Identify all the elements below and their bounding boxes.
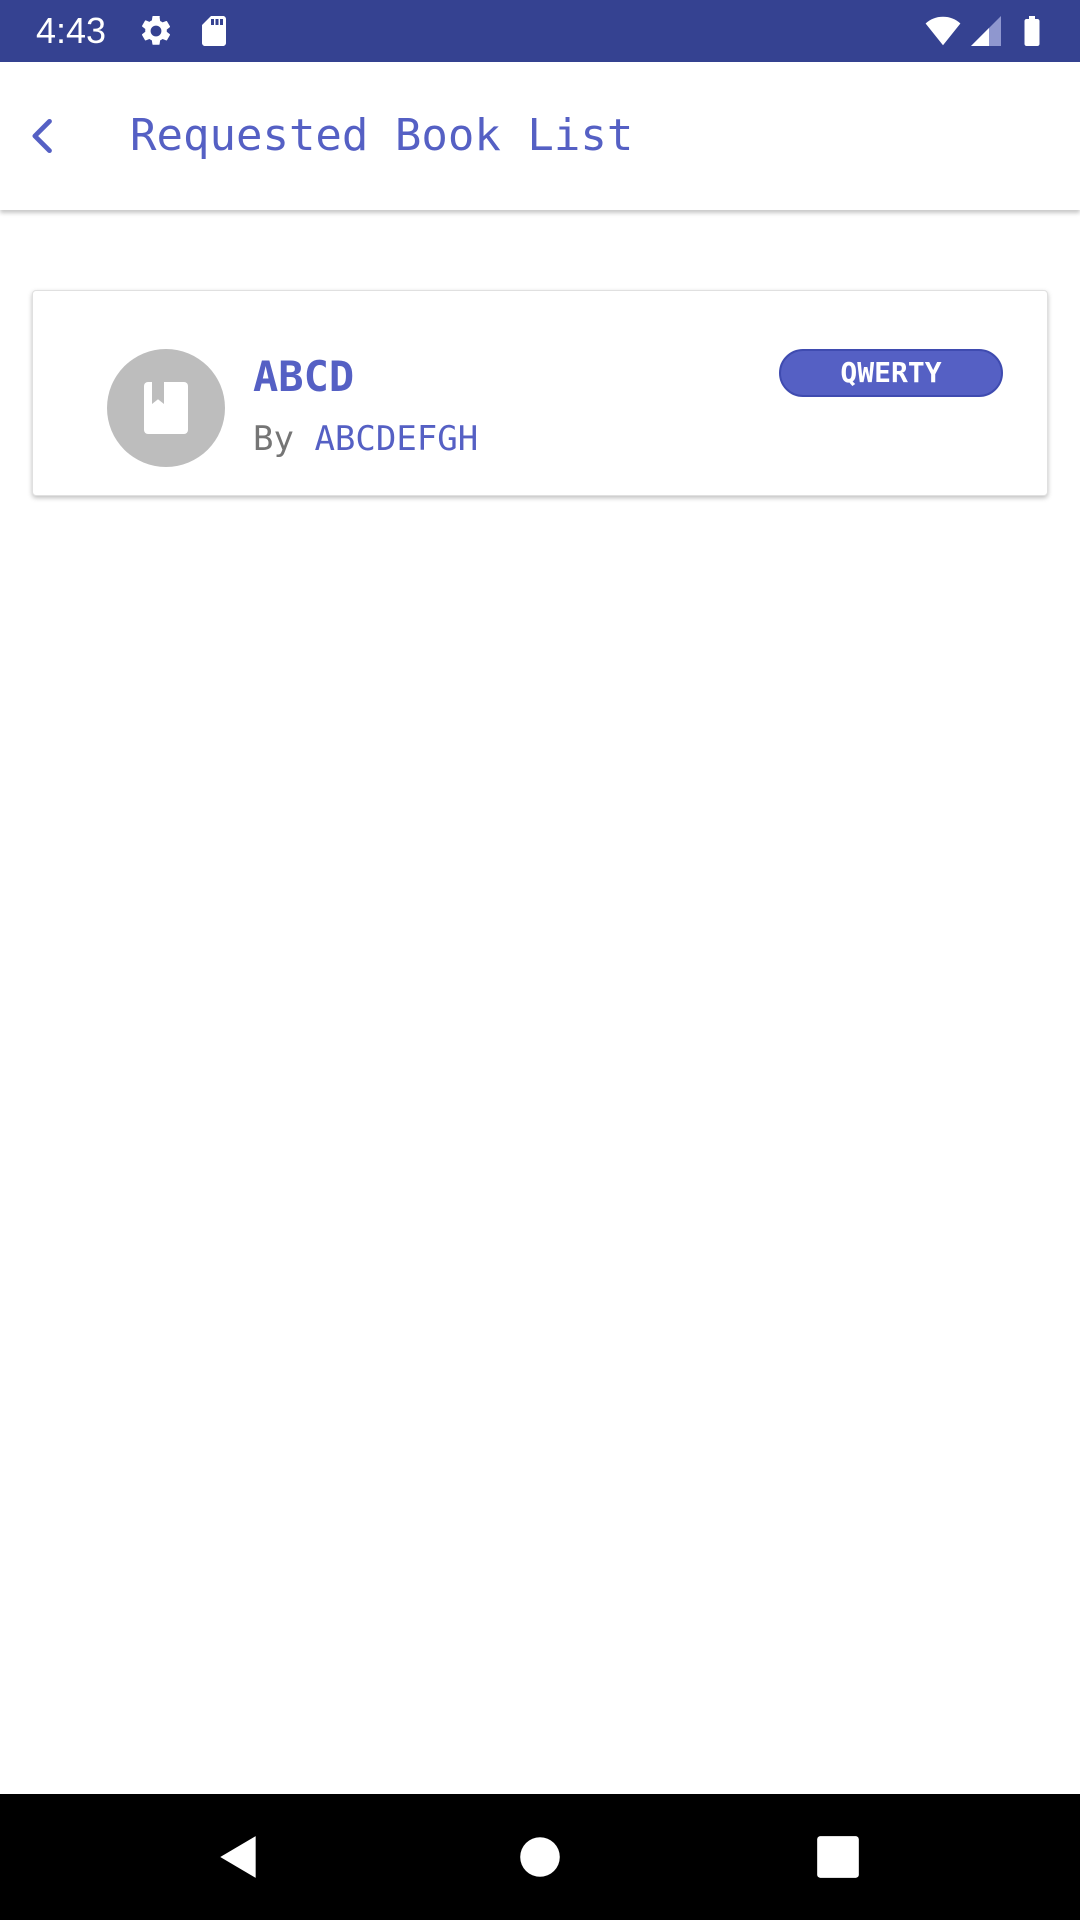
book-title: ABCD [253, 352, 355, 401]
navigation-bar [0, 1794, 1080, 1920]
gear-icon [138, 13, 174, 49]
status-bar: 4:43 [0, 0, 1080, 62]
sd-card-icon [196, 13, 232, 49]
book-icon [144, 382, 188, 434]
book-card[interactable]: ABCD By ABCDEFGH QWERTY [32, 290, 1048, 496]
book-author-line: By ABCDEFGH [253, 417, 478, 461]
screen: 4:43 Requested Book List ABCD By ABCDEFG… [0, 0, 1080, 1920]
back-button[interactable] [12, 104, 76, 168]
author-prefix: By [253, 419, 294, 459]
book-author: ABCDEFGH [314, 419, 479, 459]
status-time: 4:43 [36, 10, 107, 51]
cellular-signal-icon [968, 13, 1004, 49]
book-list: ABCD By ABCDEFGH QWERTY [0, 210, 1080, 1794]
wifi-icon [922, 13, 964, 49]
page-title: Requested Book List [130, 110, 634, 161]
app-bar: Requested Book List [0, 62, 1080, 210]
status-badge: QWERTY [779, 349, 1003, 397]
recents-square-icon[interactable] [813, 1832, 863, 1882]
battery-icon [1014, 13, 1050, 49]
book-avatar [107, 349, 225, 467]
chevron-left-icon [22, 114, 66, 158]
home-circle-icon[interactable] [515, 1832, 565, 1882]
back-triangle-icon[interactable] [214, 1832, 264, 1882]
